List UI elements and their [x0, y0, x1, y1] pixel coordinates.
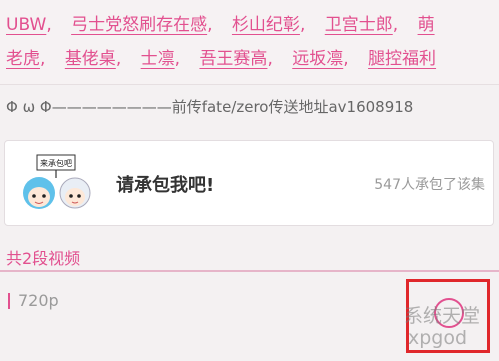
mascot-sign-text: 来承包吧	[40, 158, 72, 168]
tag-separator: ,	[392, 15, 399, 35]
tag-legs[interactable]: 腿控福利	[368, 49, 436, 69]
video-description: Φ ω Φ————————前传fate/zero传送地址av1608918	[6, 98, 414, 116]
sponsor-title: 请承包我吧!	[116, 175, 215, 196]
tag-moe-tiger-part1[interactable]: 萌	[418, 15, 435, 35]
tag-moe-tiger-part2[interactable]: 老虎	[6, 49, 40, 69]
tag-separator: ,	[343, 49, 349, 69]
tag-gay-table[interactable]: 基佬桌	[65, 49, 116, 69]
tag-shirou-rin[interactable]: 士凛	[141, 49, 175, 69]
tag-sugiyama[interactable]: 杉山纪彰	[232, 15, 300, 35]
tag-separator: ,	[207, 15, 213, 35]
sponsor-card[interactable]: 来承包吧 请承包我吧! 547人承包了该集	[4, 140, 494, 226]
tag-list: UBW, 弓士党怒刷存在感, 杉山纪彰, 卫宫士郎, 萌 老虎, 基佬桌, 士凛…	[0, 0, 499, 84]
watermark-line2: xpgod	[408, 327, 468, 349]
sponsor-count: 547人承包了该集	[374, 177, 485, 193]
tag-separator: ,	[40, 49, 46, 69]
tag-separator: ,	[267, 49, 273, 69]
watermark-line1: 系统天堂	[404, 305, 481, 327]
tag-separator: ,	[46, 15, 52, 35]
tag-ubw[interactable]: UBW	[6, 15, 46, 35]
watermark: 系统天堂 xpgod	[382, 305, 499, 361]
tag-shirou[interactable]: 卫宫士郎	[325, 15, 393, 35]
tag-archer-fans[interactable]: 弓士党怒刷存在感	[71, 15, 207, 35]
quality-marker	[8, 293, 10, 309]
tag-saber[interactable]: 吾王赛高	[199, 49, 267, 69]
tag-line-1: UBW, 弓士党怒刷存在感, 杉山纪彰, 卫宫士郎, 萌	[6, 10, 435, 35]
tag-separator: ,	[115, 49, 122, 69]
divider	[0, 84, 499, 85]
tag-rin[interactable]: 远坂凛	[292, 49, 343, 69]
mascot-illustration: 来承包吧	[23, 154, 91, 209]
section-title: 共2段视频	[6, 249, 81, 268]
tag-separator: ,	[174, 49, 181, 69]
tag-line-2: 老虎, 基佬桌, 士凛, 吾王赛高, 远坂凛, 腿控福利	[6, 44, 436, 69]
tag-separator: ,	[299, 15, 306, 35]
quality-label: 720p	[18, 291, 59, 310]
